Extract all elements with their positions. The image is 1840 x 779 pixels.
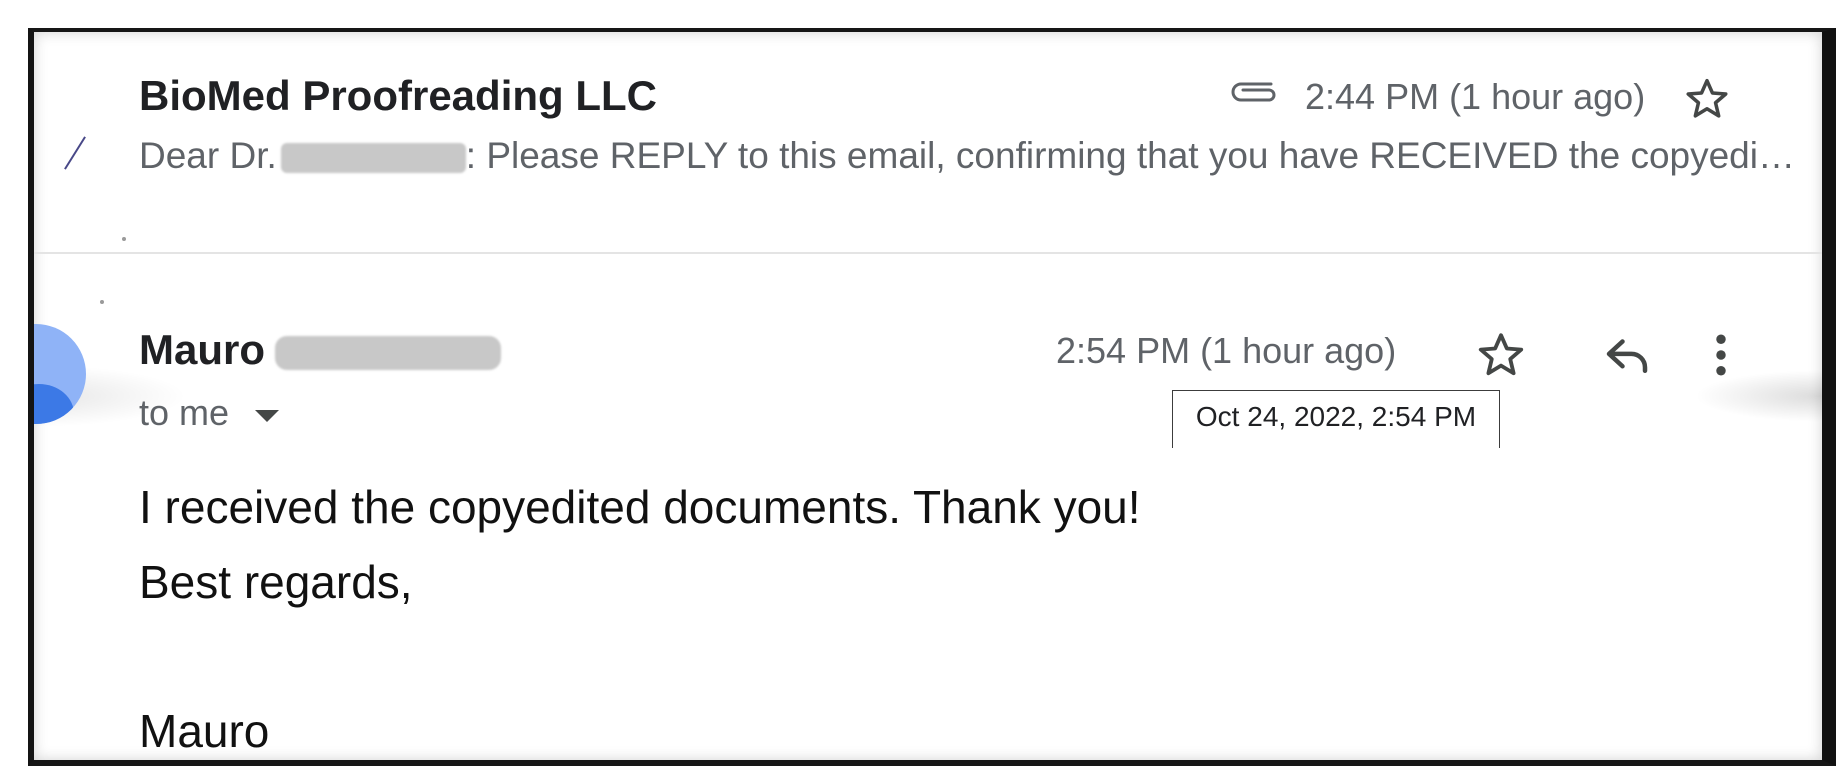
message-divider xyxy=(34,252,1822,254)
redacted-sender-surname xyxy=(275,335,501,370)
reply-icon[interactable] xyxy=(1600,328,1654,382)
star-icon[interactable] xyxy=(1474,328,1528,382)
recipient-label: to me xyxy=(139,392,230,433)
photo-frame: BioMed Proofreading LLC 2:44 PM (1 hour … xyxy=(28,28,1836,766)
email-thread: BioMed Proofreading LLC 2:44 PM (1 hour … xyxy=(34,32,1822,760)
message-signature: Mauro xyxy=(139,705,270,757)
snippet-prefix: Dear Dr. xyxy=(139,135,277,176)
avatar[interactable] xyxy=(34,324,86,424)
message-time[interactable]: 2:54 PM (1 hour ago) xyxy=(1056,330,1396,372)
message-time: 2:44 PM (1 hour ago) xyxy=(1305,76,1646,117)
snippet-text: : Please REPLY to this email, confirming… xyxy=(465,135,1804,176)
message-body-line: Best regards, xyxy=(139,556,413,608)
sender-first-name: Mauro xyxy=(139,326,265,373)
message-body-line: I received the copyedited documents. Tha… xyxy=(139,481,1141,533)
message-snippet: Dear Dr. : Please REPLY to this email, co… xyxy=(139,135,1804,177)
star-icon[interactable] xyxy=(1682,74,1732,124)
sender-name: BioMed Proofreading LLC xyxy=(139,72,657,119)
more-vert-icon[interactable] xyxy=(1706,328,1736,382)
redacted-recipient-name xyxy=(280,143,466,174)
caret-down-icon[interactable] xyxy=(255,410,279,422)
sender-name[interactable]: Mauro xyxy=(139,326,501,374)
avatar-silhouette xyxy=(34,384,74,424)
date-tooltip: Oct 24, 2022, 2:54 PM xyxy=(1172,390,1500,448)
paperclip-icon xyxy=(1231,82,1276,102)
